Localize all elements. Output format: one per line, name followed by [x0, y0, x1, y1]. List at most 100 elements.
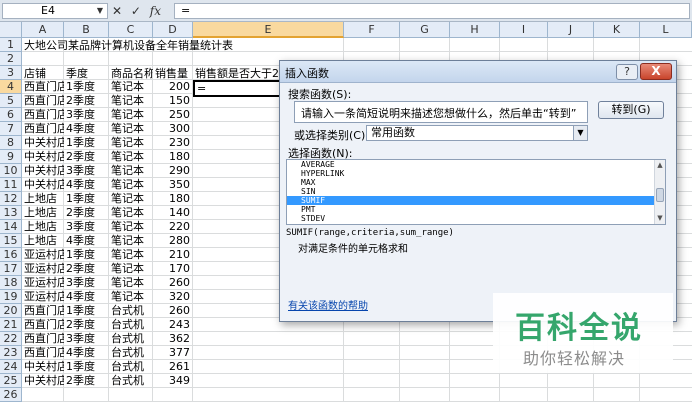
- table-cell[interactable]: 180: [153, 150, 193, 164]
- table-cell[interactable]: 台式机: [109, 318, 153, 332]
- table-cell[interactable]: 300: [153, 122, 193, 136]
- table-cell[interactable]: 261: [153, 360, 193, 374]
- table-cell[interactable]: 笔记本: [109, 80, 153, 94]
- column-header-f[interactable]: F: [344, 22, 400, 38]
- table-cell[interactable]: 中关村店: [22, 164, 64, 178]
- row-header-10[interactable]: 10: [0, 164, 22, 178]
- table-cell[interactable]: 349: [153, 374, 193, 388]
- table-cell[interactable]: 笔记本: [109, 150, 153, 164]
- table-cell[interactable]: 中关村店: [22, 360, 64, 374]
- scroll-up-icon[interactable]: ▲: [655, 160, 665, 171]
- row-header-7[interactable]: 7: [0, 122, 22, 136]
- cancel-icon[interactable]: ✕: [112, 3, 122, 19]
- table-cell[interactable]: 笔记本: [109, 94, 153, 108]
- table-cell[interactable]: 243: [153, 318, 193, 332]
- table-cell[interactable]: 上地店: [22, 234, 64, 248]
- search-input[interactable]: 请输入一条简短说明来描述您想做什么，然后单击“转到”: [294, 101, 588, 123]
- table-cell[interactable]: 362: [153, 332, 193, 346]
- header-sales-qty[interactable]: 销售量: [153, 66, 193, 81]
- table-cell[interactable]: 笔记本: [109, 234, 153, 248]
- column-header-i[interactable]: I: [500, 22, 548, 38]
- table-cell[interactable]: 4季度: [64, 122, 109, 136]
- table-cell[interactable]: 2季度: [64, 318, 109, 332]
- table-cell[interactable]: 250: [153, 108, 193, 122]
- table-cell[interactable]: 3季度: [64, 220, 109, 234]
- row-header-22[interactable]: 22: [0, 332, 22, 346]
- column-header-g[interactable]: G: [400, 22, 450, 38]
- table-cell[interactable]: 150: [153, 94, 193, 108]
- table-cell[interactable]: 220: [153, 220, 193, 234]
- chevron-down-icon[interactable]: ▼: [573, 126, 587, 140]
- scroll-thumb[interactable]: [656, 188, 664, 202]
- name-box[interactable]: E4 ▼: [2, 3, 108, 19]
- row-header-20[interactable]: 20: [0, 304, 22, 318]
- table-cell[interactable]: 笔记本: [109, 178, 153, 192]
- row-header-6[interactable]: 6: [0, 108, 22, 122]
- table-cell[interactable]: 笔记本: [109, 108, 153, 122]
- table-cell[interactable]: 1季度: [64, 136, 109, 150]
- row-header-13[interactable]: 13: [0, 206, 22, 220]
- table-cell[interactable]: 2季度: [64, 206, 109, 220]
- table-cell[interactable]: 西直门店: [22, 80, 64, 94]
- row-header-18[interactable]: 18: [0, 276, 22, 290]
- row-header-5[interactable]: 5: [0, 94, 22, 108]
- row-header-24[interactable]: 24: [0, 360, 22, 374]
- table-cell[interactable]: 2季度: [64, 150, 109, 164]
- table-cell[interactable]: 2季度: [64, 262, 109, 276]
- go-button[interactable]: 转到(G): [598, 101, 664, 119]
- table-cell[interactable]: 3季度: [64, 164, 109, 178]
- table-cell[interactable]: 上地店: [22, 220, 64, 234]
- table-cell[interactable]: 亚运村店: [22, 262, 64, 276]
- active-cell-e4[interactable]: =: [193, 80, 285, 97]
- table-cell[interactable]: 1季度: [64, 80, 109, 94]
- table-cell[interactable]: 西直门店: [22, 108, 64, 122]
- table-cell[interactable]: 200: [153, 80, 193, 94]
- table-cell[interactable]: 中关村店: [22, 150, 64, 164]
- table-cell[interactable]: 377: [153, 346, 193, 360]
- table-cell[interactable]: 笔记本: [109, 276, 153, 290]
- table-cell[interactable]: 350: [153, 178, 193, 192]
- function-item[interactable]: MAX: [287, 178, 665, 187]
- row-header-16[interactable]: 16: [0, 248, 22, 262]
- formula-input[interactable]: =: [174, 3, 690, 19]
- column-header-d[interactable]: D: [153, 22, 193, 38]
- table-cell[interactable]: 西直门店: [22, 318, 64, 332]
- column-header-k[interactable]: K: [594, 22, 640, 38]
- row-header-11[interactable]: 11: [0, 178, 22, 192]
- column-header-h[interactable]: H: [450, 22, 500, 38]
- row-header-8[interactable]: 8: [0, 136, 22, 150]
- table-cell[interactable]: 笔记本: [109, 206, 153, 220]
- table-cell[interactable]: 1季度: [64, 192, 109, 206]
- column-header-b[interactable]: B: [64, 22, 109, 38]
- column-header-e[interactable]: E: [193, 22, 344, 38]
- row-header-26[interactable]: 26: [0, 388, 22, 402]
- table-cell[interactable]: 230: [153, 136, 193, 150]
- function-item[interactable]: AVERAGE: [287, 160, 665, 169]
- select-all-corner[interactable]: [0, 22, 22, 38]
- table-cell[interactable]: 3季度: [64, 276, 109, 290]
- table-cell[interactable]: 260: [153, 276, 193, 290]
- table-cell[interactable]: 1季度: [64, 360, 109, 374]
- chevron-down-icon[interactable]: ▼: [97, 4, 103, 18]
- table-cell[interactable]: 1季度: [64, 304, 109, 318]
- table-cell[interactable]: 亚运村店: [22, 248, 64, 262]
- header-product[interactable]: 商品名称: [109, 66, 153, 81]
- insert-function-icon[interactable]: fx: [150, 3, 161, 19]
- header-store[interactable]: 店铺: [22, 66, 64, 81]
- table-cell[interactable]: 亚运村店: [22, 290, 64, 304]
- table-cell[interactable]: 170: [153, 262, 193, 276]
- column-header-j[interactable]: J: [548, 22, 594, 38]
- table-cell[interactable]: 2季度: [64, 374, 109, 388]
- function-item[interactable]: SUMIF: [287, 196, 665, 205]
- row-header-15[interactable]: 15: [0, 234, 22, 248]
- row-header-14[interactable]: 14: [0, 220, 22, 234]
- table-cell[interactable]: 上地店: [22, 192, 64, 206]
- function-item[interactable]: SIN: [287, 187, 665, 196]
- row-header-19[interactable]: 19: [0, 290, 22, 304]
- function-list-scrollbar[interactable]: ▲ ▼: [654, 160, 665, 224]
- table-cell[interactable]: 1季度: [64, 248, 109, 262]
- table-cell[interactable]: 台式机: [109, 360, 153, 374]
- table-cell[interactable]: 台式机: [109, 332, 153, 346]
- table-cell[interactable]: 3季度: [64, 108, 109, 122]
- table-cell[interactable]: 西直门店: [22, 94, 64, 108]
